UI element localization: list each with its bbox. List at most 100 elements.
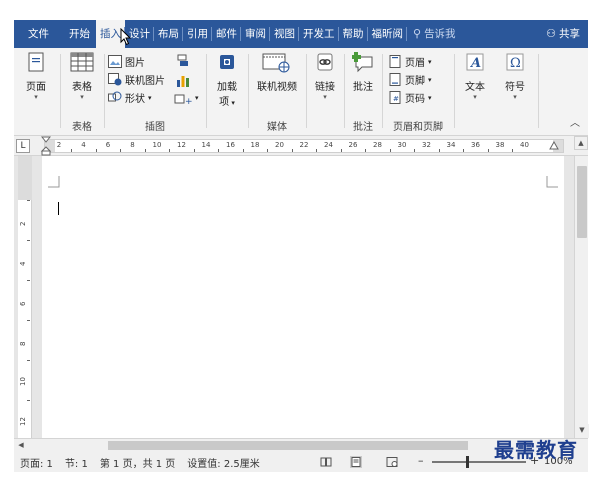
text-label: 文本	[465, 82, 485, 93]
symbols-button[interactable]: Ω 符号 ▾	[496, 50, 534, 101]
ruler-tick	[291, 149, 293, 152]
comment-button[interactable]: 批注	[346, 50, 380, 93]
collapse-ribbon-icon[interactable]: ︿	[570, 114, 580, 129]
group-divider	[248, 54, 249, 128]
svg-text:#: #	[393, 95, 399, 103]
right-indent-marker-icon[interactable]	[549, 141, 559, 151]
ruler-number: 2	[56, 141, 62, 149]
links-button[interactable]: 链接 ▾	[308, 50, 342, 101]
ruler-tick	[242, 149, 244, 152]
pictures-label: 图片	[125, 58, 145, 69]
screenshot-icon[interactable]: +	[174, 92, 194, 106]
vertical-scroll-thumb[interactable]	[577, 166, 587, 238]
status-page[interactable]: 页面: 1	[20, 455, 53, 470]
search-icon: ⚲	[413, 27, 422, 40]
mouse-pointer-icon	[120, 28, 132, 46]
print-layout-icon[interactable]	[350, 456, 362, 468]
tab-references[interactable]: 引用	[183, 20, 212, 48]
vruler-tick	[27, 200, 30, 201]
online-video-icon	[262, 50, 292, 74]
chevron-down-icon: ▾	[34, 93, 38, 101]
ruler-number: 10	[152, 141, 162, 149]
indent-marker-icon[interactable]	[41, 136, 51, 156]
pictures-button[interactable]: 图片	[108, 54, 145, 69]
page-icon	[23, 50, 49, 74]
svg-text:Ω: Ω	[510, 56, 521, 71]
horizontal-scroll-thumb[interactable]	[108, 441, 468, 450]
person-icon: ⚇	[546, 27, 556, 40]
ruler-number: 8	[130, 141, 135, 149]
tab-file[interactable]: 文件	[14, 20, 63, 48]
tell-me-search[interactable]: ⚲ 告诉我	[407, 20, 462, 48]
chevron-down-icon: ▾	[428, 75, 432, 84]
online-pictures-button[interactable]: 联机图片	[108, 72, 165, 87]
tab-home[interactable]: 开始	[63, 20, 96, 48]
table-button[interactable]: 表格 ▾	[62, 50, 102, 101]
document-page[interactable]	[42, 156, 564, 438]
zoom-out-button[interactable]: –	[418, 454, 424, 467]
web-layout-icon[interactable]	[386, 456, 398, 468]
ruler-number: 6	[105, 141, 111, 149]
tab-review[interactable]: 审阅	[241, 20, 270, 48]
footer-button[interactable]: 页脚 ▾	[388, 72, 432, 87]
tab-selector-button[interactable]: L	[16, 139, 30, 153]
ruler-number: 4	[81, 141, 86, 149]
addins-label-2: 项	[219, 97, 230, 108]
vruler-number: 10	[19, 377, 27, 386]
vruler-tick	[27, 320, 30, 321]
tab-foxit[interactable]: 福昕阅	[368, 20, 408, 48]
addins-icon	[214, 50, 240, 74]
ruler-tick	[389, 149, 391, 152]
tab-help[interactable]: 帮助	[339, 20, 368, 48]
status-page-of[interactable]: 第 1 页，共 1 页	[100, 455, 175, 470]
vruler-tick	[27, 360, 30, 361]
chevron-down-icon: ▾	[513, 93, 517, 101]
online-pictures-label: 联机图片	[125, 76, 165, 87]
tab-developer[interactable]: 开发工	[299, 20, 339, 48]
vertical-ruler[interactable]: 2 4 6 8 10 12	[18, 156, 32, 438]
ruler-tick	[463, 149, 465, 152]
horizontal-ruler-row: L 2 4 6 8 10 12 14 16 18 20 22 24 26 28 30 32 34 36 38 40 ▲	[14, 136, 588, 156]
vertical-scrollbar[interactable]: ▼	[574, 156, 589, 438]
online-video-button[interactable]: 联机视频	[250, 50, 304, 93]
status-setting[interactable]: 设置值: 2.5厘米	[187, 455, 259, 470]
read-mode-icon[interactable]	[320, 456, 332, 468]
vruler-number: 12	[19, 417, 27, 426]
tell-me-label: 告诉我	[424, 28, 456, 40]
table-icon	[69, 50, 95, 74]
chevron-down-icon: ▾	[195, 94, 199, 102]
ruler-number: 36	[471, 141, 480, 149]
tab-view[interactable]: 视图	[270, 20, 299, 48]
ruler-tick	[193, 149, 195, 152]
header-icon	[389, 55, 401, 68]
scroll-up-button[interactable]: ▲	[574, 136, 588, 150]
share-button[interactable]: ⚇ 共享	[538, 20, 588, 48]
tab-mailings[interactable]: 邮件	[212, 20, 241, 48]
addins-button[interactable]: 加载 项 ▾	[208, 50, 246, 108]
page-number-button[interactable]: # 页码 ▾	[388, 90, 432, 105]
smartart-icon[interactable]	[176, 54, 190, 68]
ruler-number: 20	[275, 141, 284, 149]
chevron-down-icon: ▾	[473, 93, 477, 101]
chevron-down-icon: ▾	[148, 93, 152, 102]
ruler-tick	[414, 149, 416, 152]
watermark-logo-text: 最需教育	[494, 438, 578, 462]
zoom-slider-thumb[interactable]	[466, 456, 469, 468]
tab-layout[interactable]: 布局	[154, 20, 183, 48]
shapes-button[interactable]: 形状 ▾	[108, 90, 152, 105]
ruler-tick	[95, 149, 97, 152]
text-button[interactable]: A 文本 ▾	[456, 50, 494, 101]
chevron-down-icon: ▾	[80, 93, 84, 101]
ruler-tick	[218, 149, 220, 152]
header-button[interactable]: 页眉 ▾	[388, 54, 432, 69]
ruler-tick	[267, 149, 269, 152]
vruler-number: 6	[19, 301, 27, 306]
status-section[interactable]: 节: 1	[65, 455, 88, 470]
scroll-left-button[interactable]: ◀	[14, 439, 28, 453]
horizontal-ruler[interactable]: 2 4 6 8 10 12 14 16 18 20 22 24 26 28 30 32 34 36 38 40	[44, 139, 564, 153]
symbols-label: 符号	[505, 82, 525, 93]
chart-icon[interactable]	[176, 74, 190, 88]
pages-button[interactable]: 页面 ▾	[16, 50, 56, 101]
ruler-number: 30	[397, 141, 407, 149]
page-number-label: 页码	[405, 94, 425, 105]
